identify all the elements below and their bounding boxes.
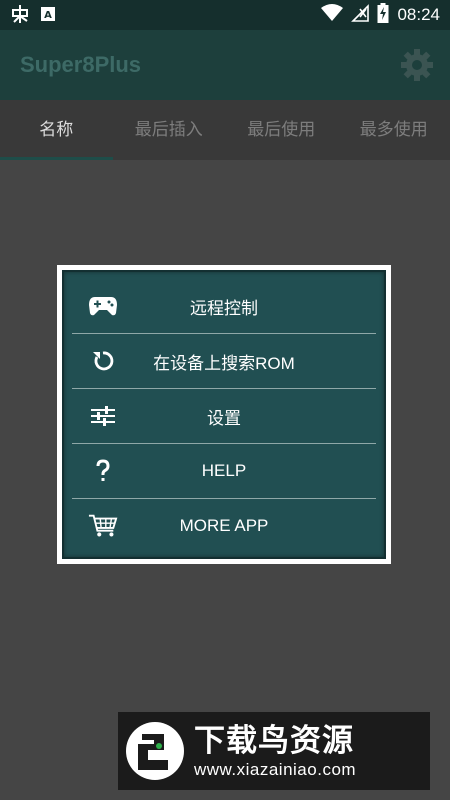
watermark-url: www.xiazainiao.com <box>194 760 357 779</box>
signal-icon <box>351 4 370 26</box>
bird-logo-icon <box>124 720 186 782</box>
tab-last-used[interactable]: 最后使用 <box>225 100 338 160</box>
watermark-banner: 下载鸟资源 www.xiazainiao.com <box>118 712 430 790</box>
app-bar: Super8Plus <box>0 30 450 100</box>
wifi-icon <box>321 4 344 26</box>
tab-name[interactable]: 名称 <box>0 100 113 160</box>
menu-dialog-body: 远程控制 在设备上搜索ROM 设置 HELP MORE APP <box>62 270 386 559</box>
menu-item-remote-control[interactable]: 远程控制 <box>72 279 376 334</box>
menu-item-help[interactable]: HELP <box>72 444 376 499</box>
menu-item-label: 设置 <box>207 408 241 428</box>
sliders-icon <box>88 403 118 429</box>
gamepad-icon <box>88 293 118 319</box>
gear-icon[interactable] <box>398 46 436 84</box>
menu-item-more-app[interactable]: MORE APP <box>72 499 376 553</box>
app-title: Super8Plus <box>20 52 142 77</box>
app-notification-icon: A <box>40 6 56 26</box>
tab-last-inserted[interactable]: 最后插入 <box>113 100 226 160</box>
menu-item-label: 在设备上搜索ROM <box>153 353 295 373</box>
battery-charging-icon <box>377 3 389 27</box>
menu-item-search-rom[interactable]: 在设备上搜索ROM <box>72 334 376 389</box>
menu-item-label: MORE APP <box>179 516 269 535</box>
menu-item-label: 远程控制 <box>190 298 258 318</box>
menu-item-label: HELP <box>201 461 247 480</box>
watermark-text: 下载鸟资源 www.xiazainiao.com <box>194 722 356 780</box>
refresh-icon <box>88 348 118 374</box>
question-icon <box>88 458 118 484</box>
status-bar: A 08:24 <box>0 0 450 30</box>
cart-icon <box>88 513 118 539</box>
debug-bug-icon <box>10 4 30 28</box>
sort-tabs: 名称 最后插入 最后使用 最多使用 <box>0 100 450 160</box>
watermark-title: 下载鸟资源 <box>194 723 354 759</box>
menu-dialog: 远程控制 在设备上搜索ROM 设置 HELP MORE APP <box>57 265 391 564</box>
menu-item-settings[interactable]: 设置 <box>72 389 376 444</box>
clock-time: 08:24 <box>397 5 440 24</box>
svg-text:A: A <box>44 10 52 21</box>
tab-most-used[interactable]: 最多使用 <box>338 100 450 160</box>
